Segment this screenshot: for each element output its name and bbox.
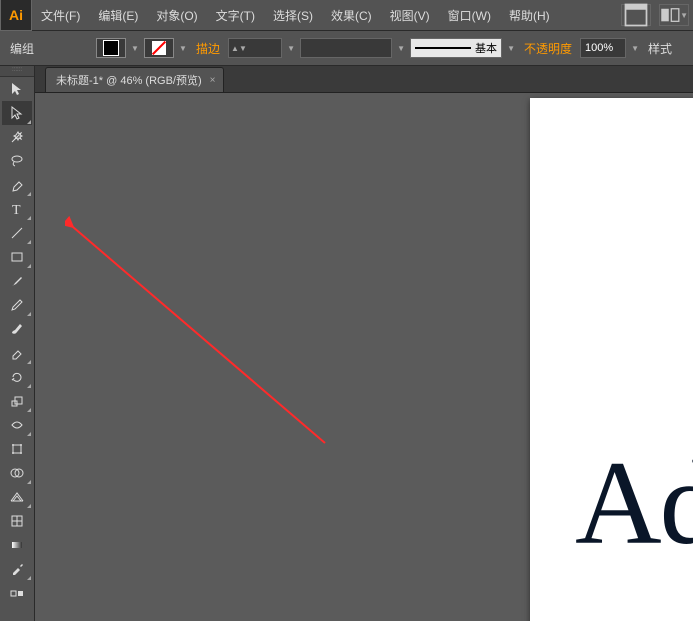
free-transform-tool[interactable] [2, 437, 32, 461]
opacity-field[interactable] [580, 38, 626, 58]
tab-title: 未标题-1* @ 46% (RGB/预览) [56, 72, 202, 88]
selection-tool[interactable] [2, 77, 32, 101]
magic-wand-tool[interactable] [2, 125, 32, 149]
document-area: 未标题-1* @ 46% (RGB/预览) × Ad 溜溜自学 ZIXUE.3D… [35, 66, 693, 621]
menu-type[interactable]: 文字(T) [207, 0, 264, 30]
doc-layout-icon[interactable] [621, 4, 651, 26]
menu-select[interactable]: 选择(S) [264, 0, 322, 30]
perspective-grid-tool[interactable] [2, 485, 32, 509]
toolbox-grip[interactable]: :::::: [0, 66, 34, 77]
selection-mode-label: 编组 [6, 40, 38, 57]
stroke-width-input[interactable] [249, 42, 281, 54]
pencil-tool[interactable] [2, 293, 32, 317]
app-logo: Ai [0, 0, 32, 31]
menu-file[interactable]: 文件(F) [32, 0, 89, 30]
stroke-swatch-dropdown[interactable]: ▼ [178, 44, 188, 53]
direct-selection-tool[interactable] [2, 101, 32, 125]
rotate-tool[interactable] [2, 365, 32, 389]
annotation-arrow [65, 213, 345, 463]
tab-bar: 未标题-1* @ 46% (RGB/预览) × [35, 66, 693, 93]
svg-text:T: T [12, 203, 21, 217]
opacity-dropdown[interactable]: ▼ [630, 44, 640, 53]
menu-object[interactable]: 对象(O) [147, 0, 206, 30]
mesh-tool[interactable] [2, 509, 32, 533]
stroke-label[interactable]: 描边 [192, 40, 224, 57]
menu-help[interactable]: 帮助(H) [500, 0, 559, 30]
toolbox: :::::: T [0, 66, 35, 621]
opacity-input[interactable] [581, 42, 625, 54]
workspace-switcher[interactable]: ▼ [659, 4, 689, 26]
brush-dropdown[interactable]: ▼ [396, 44, 406, 53]
stroke-profile-dropdown[interactable]: ▼ [506, 44, 516, 53]
type-tool[interactable]: T [2, 197, 32, 221]
gradient-tool[interactable] [2, 533, 32, 557]
opacity-label[interactable]: 不透明度 [520, 40, 576, 57]
menu-view[interactable]: 视图(V) [381, 0, 439, 30]
eraser-tool[interactable] [2, 341, 32, 365]
control-bar: 编组 ▼ ▼ 描边 ▲▼ ▼ ▼ 基本 ▼ 不透明度 ▼ 样式 [0, 31, 693, 66]
stroke-width-field[interactable]: ▲▼ [228, 38, 282, 58]
canvas[interactable]: Ad 溜溜自学 ZIXUE.3D66.COM [35, 93, 693, 621]
document-tab[interactable]: 未标题-1* @ 46% (RGB/预览) × [45, 67, 224, 92]
artwork-text[interactable]: Ad [575, 443, 693, 563]
tab-close-button[interactable]: × [210, 75, 216, 86]
fill-swatch[interactable] [96, 38, 126, 58]
artboard[interactable]: Ad [530, 98, 693, 621]
style-label: 样式 [644, 40, 676, 57]
scale-tool[interactable] [2, 389, 32, 413]
pen-tool[interactable] [2, 173, 32, 197]
menu-window[interactable]: 窗口(W) [439, 0, 500, 30]
stroke-profile[interactable]: 基本 [410, 38, 502, 58]
shape-builder-tool[interactable] [2, 461, 32, 485]
menu-edit[interactable]: 编辑(E) [89, 0, 147, 30]
width-tool[interactable] [2, 413, 32, 437]
brush-field[interactable] [300, 38, 392, 58]
menu-effect[interactable]: 效果(C) [322, 0, 381, 30]
stroke-width-dropdown[interactable]: ▼ [286, 44, 296, 53]
line-tool[interactable] [2, 221, 32, 245]
paintbrush-tool[interactable] [2, 269, 32, 293]
blob-brush-tool[interactable] [2, 317, 32, 341]
eyedropper-tool[interactable] [2, 557, 32, 581]
menu-bar: Ai 文件(F) 编辑(E) 对象(O) 文字(T) 选择(S) 效果(C) 视… [0, 0, 693, 31]
blend-tool[interactable] [2, 581, 32, 605]
stroke-swatch[interactable] [144, 38, 174, 58]
lasso-tool[interactable] [2, 149, 32, 173]
fill-dropdown[interactable]: ▼ [130, 44, 140, 53]
rectangle-tool[interactable] [2, 245, 32, 269]
